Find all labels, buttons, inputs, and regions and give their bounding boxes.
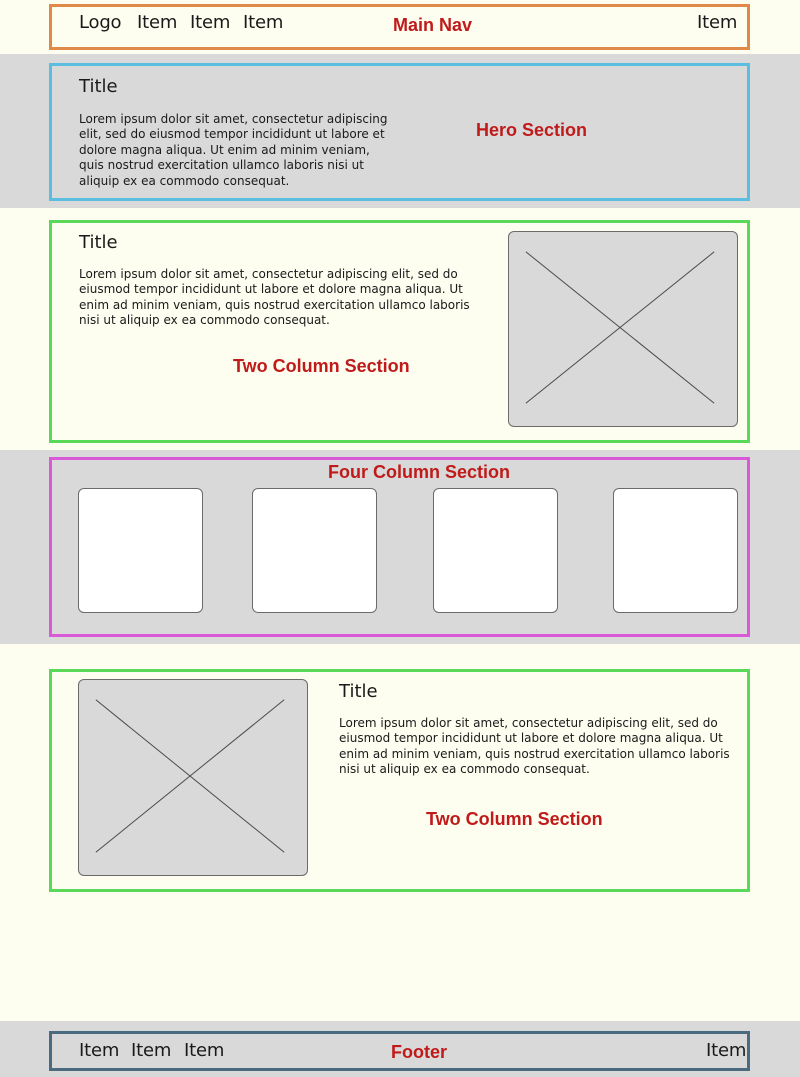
image-placeholder-icon <box>78 679 308 876</box>
nav-item-1[interactable]: Item <box>137 12 177 33</box>
nav-logo[interactable]: Logo <box>79 12 122 33</box>
main-nav-label: Main Nav <box>393 15 473 35</box>
two-column-1-body: Lorem ipsum dolor sit amet, consectetur … <box>79 267 470 328</box>
footer-item-right[interactable]: Item <box>706 1040 746 1061</box>
nav-item-3[interactable]: Item <box>243 12 283 33</box>
image-placeholder-x-icon <box>95 699 285 853</box>
two-column-2-title: Title <box>339 681 378 702</box>
nav-item-right[interactable]: Item <box>697 12 737 33</box>
image-placeholder-x-icon <box>525 251 715 404</box>
footer-label: Footer <box>391 1042 447 1062</box>
nav-item-2[interactable]: Item <box>190 12 230 33</box>
image-placeholder-icon <box>508 231 738 427</box>
two-column-2-label: Two Column Section <box>426 809 603 829</box>
hero-section-label: Hero Section <box>476 120 588 140</box>
two-column-2-body: Lorem ipsum dolor sit amet, consectetur … <box>339 716 730 777</box>
hero-title: Title <box>79 76 118 97</box>
card-3 <box>433 488 558 613</box>
footer-item-2[interactable]: Item <box>131 1040 171 1061</box>
four-column-label: Four Column Section <box>328 462 510 482</box>
footer-item-1[interactable]: Item <box>79 1040 119 1061</box>
card-2 <box>252 488 377 613</box>
card-1 <box>78 488 203 613</box>
two-column-1-title: Title <box>79 232 118 253</box>
footer-item-3[interactable]: Item <box>184 1040 224 1061</box>
hero-body: Lorem ipsum dolor sit amet, consectetur … <box>79 112 388 188</box>
two-column-1-label: Two Column Section <box>233 356 410 376</box>
card-4 <box>613 488 738 613</box>
